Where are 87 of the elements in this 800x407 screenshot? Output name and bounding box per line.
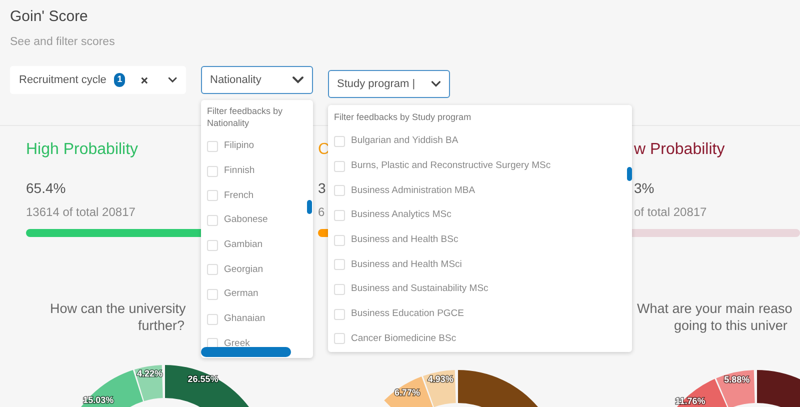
dropdown-option[interactable]: Business Administration MBA [328,178,632,204]
option-label: Greek [224,336,250,351]
score-percent: 3% [634,180,654,197]
chart-question: What are your main reaso [637,300,792,317]
score-percent: 3 [318,180,326,197]
scrollbar-thumb[interactable] [201,347,291,357]
chart-question: further? [138,317,185,334]
checkbox[interactable] [334,160,345,172]
page-subtitle: See and filter scores [10,35,116,49]
dropdown-option[interactable]: Business Analytics MSc [328,203,632,228]
dropdown-option[interactable]: Cancer Biomedicine BSc [328,326,632,352]
card-title: High Probability [26,140,138,160]
chevron-down-icon [292,76,304,84]
score-count: 13614 of total 20817 [26,205,136,219]
dropdown-option[interactable]: Business Education PGCE [328,302,632,326]
option-label: Business Analytics MSc [351,208,452,222]
checkbox[interactable] [207,190,218,202]
option-label: Gabonese [224,213,268,228]
clear-icon[interactable] [141,76,148,84]
dropdown-option[interactable]: Ghanaian [201,306,313,332]
chevron-down-icon [168,76,177,84]
checkbox[interactable] [207,288,218,300]
option-label: German [224,287,258,302]
dropdown-option[interactable]: Filipino [201,134,313,159]
checkbox[interactable] [334,308,345,320]
dropdown-option[interactable]: Georgian [201,257,313,282]
checkbox[interactable] [207,264,218,276]
checkbox[interactable] [334,333,345,344]
segment-label: 6.77% [394,387,420,398]
option-label: Cancer Biomedicine BSc [351,332,456,346]
checkbox[interactable] [334,234,345,246]
checkbox[interactable] [334,210,345,221]
dropdown-heading: Filter feedbacks by Nationality [206,105,284,130]
filter-label: Nationality [210,72,262,88]
dropdown-option[interactable]: Gambian [201,232,313,258]
page-title: Goin' Score [10,8,89,26]
count-badge: 1 [114,73,126,87]
card-title: C [318,140,330,160]
checkbox[interactable] [334,284,345,295]
dropdown-option[interactable]: Bulgarian and Yiddish BA [328,129,632,154]
scrollbar-thumb[interactable] [307,200,312,214]
option-label: French [224,188,254,203]
checkbox[interactable] [207,140,218,152]
score-count: 6 [318,205,325,219]
option-label: Business and Health BSc [351,232,458,247]
filter-select[interactable]: Study program | [328,70,450,98]
option-label: Filipino [224,139,254,154]
chevron-down-icon [431,80,441,88]
scrollbar-thumb[interactable] [627,167,632,181]
filter-select[interactable]: Nationality [201,66,313,94]
score-percent: 65.4% [26,180,66,197]
checkbox[interactable] [334,136,345,147]
dropdown-option[interactable]: Gabonese [201,208,313,233]
chart-question: going to this univer [674,317,788,334]
segment-label: 26.55% [188,374,218,384]
checkbox[interactable] [207,214,218,226]
option-label: Bulgarian and Yiddish BA [351,134,458,148]
segment-label: 5.88% [724,374,750,385]
checkbox[interactable] [334,185,345,196]
checkbox[interactable] [334,259,345,270]
chart-question: How can the university [50,300,186,317]
dropdown-option[interactable]: Business and Health MSci [328,252,632,278]
option-label: Business Administration MBA [351,184,476,198]
checkbox[interactable] [207,314,218,325]
score-count: of total 20817 [634,205,707,219]
dropdown-option[interactable]: Business and Health BSc [328,228,632,252]
dropdown-heading: Filter feedbacks by Study program [333,111,472,124]
checkbox[interactable] [207,240,218,251]
option-label: Burns, Plastic and Reconstructive Surgery MSc [351,158,551,173]
filter-label: Recruitment cycle [19,72,106,88]
filter-select[interactable]: Recruitment cycle 1 [10,66,186,94]
option-label: Georgian [224,262,264,277]
checkbox[interactable] [207,166,218,177]
option-label: Business and Sustainability MSc [351,282,488,296]
card-title: w Probability [634,140,725,160]
option-label: Gambian [224,238,263,252]
option-label: Business Education PGCE [351,307,464,322]
dropdown-option[interactable]: Burns, Plastic and Reconstructive Surgery MSc [328,154,632,178]
dropdown-option[interactable]: Business and Sustainability MSc [328,277,632,302]
filter-label: Study program | [337,76,416,92]
segment-label: 4.93% [428,374,454,384]
option-label: Business and Health MSci [351,258,462,272]
dropdown-option[interactable]: Finnish [201,158,313,184]
dropdown-option[interactable]: German [201,282,313,307]
dropdown-option[interactable]: French [201,183,313,208]
option-label: Finnish [224,164,255,178]
option-label: Ghanaian [224,312,266,326]
